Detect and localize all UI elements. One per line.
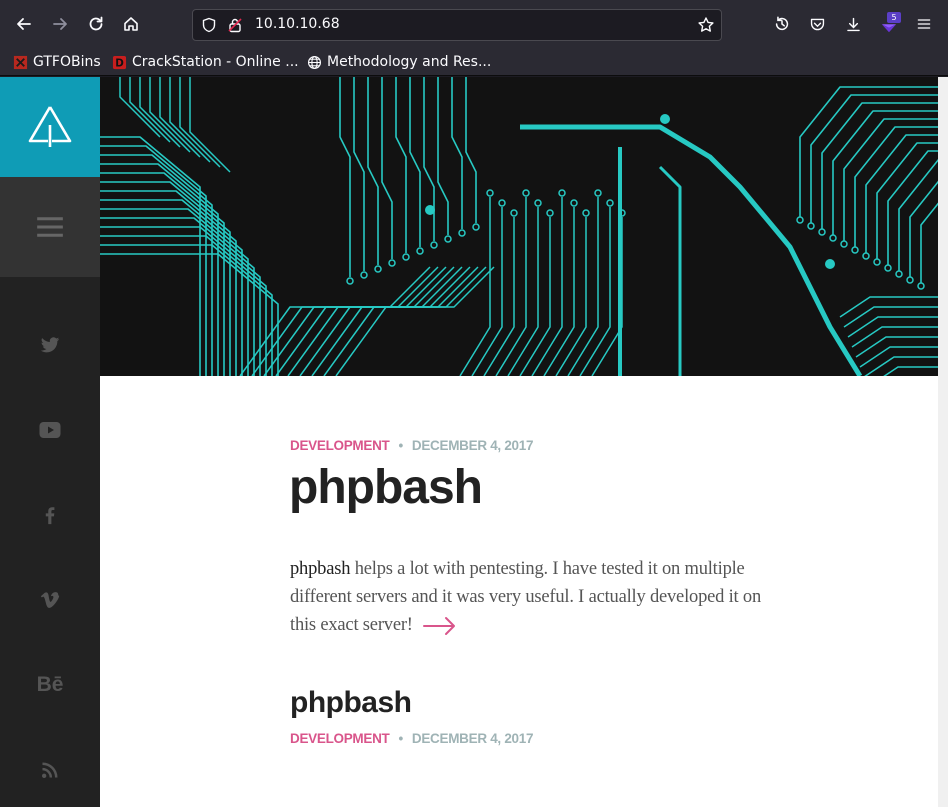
post-meta: DEVELOPMENT • DECEMBER 4, 2017 — [290, 438, 533, 453]
vimeo-link[interactable] — [30, 585, 70, 615]
forward-button[interactable] — [48, 12, 72, 36]
bookmark-label: GTFOBins — [33, 54, 101, 70]
twitter-icon — [40, 337, 60, 353]
downloads-button[interactable] — [843, 14, 863, 34]
url-bar[interactable]: 10.10.10.68 — [192, 9, 722, 41]
excerpt-text: helps a lot with pentesting. I have test… — [290, 559, 762, 635]
pocket-button[interactable] — [807, 14, 827, 34]
post-meta: DEVELOPMENT • DECEMBER 4, 2017 — [290, 731, 533, 746]
twitter-link[interactable] — [30, 330, 70, 360]
meta-separator: • — [398, 438, 403, 453]
rss-link[interactable] — [30, 755, 70, 785]
menu-toggle[interactable] — [0, 177, 100, 277]
insecure-lock-icon[interactable] — [227, 17, 243, 33]
site-sidebar: Bē — [0, 77, 100, 807]
extension-badge: 5 — [887, 12, 901, 23]
main-content: DEVELOPMENT • DECEMBER 4, 2017 phpbash php… — [100, 77, 938, 807]
gtfobins-icon — [12, 54, 28, 70]
bookmark-star-icon[interactable] — [697, 16, 715, 34]
excerpt-lead: phpbash — [290, 559, 351, 579]
site-logo[interactable] — [0, 77, 100, 177]
history-icon — [775, 16, 789, 31]
bookmark-gtfobins[interactable]: GTFOBins — [12, 52, 101, 72]
bookmark-methodology[interactable]: Methodology and Res... — [306, 52, 491, 72]
home-icon — [124, 17, 138, 31]
reload-button[interactable] — [84, 12, 108, 36]
back-arrow-icon — [17, 18, 31, 30]
vimeo-icon — [40, 592, 60, 608]
history-button[interactable] — [772, 14, 792, 34]
meta-separator: • — [398, 731, 403, 746]
post-category-link[interactable]: DEVELOPMENT — [290, 731, 390, 746]
post-title-link[interactable]: phpbash — [289, 460, 483, 515]
url-text[interactable]: 10.10.10.68 — [255, 16, 340, 32]
bookmark-label: Methodology and Res... — [327, 54, 492, 70]
crackstation-icon: D — [111, 54, 127, 70]
youtube-icon — [39, 422, 61, 438]
reload-icon — [89, 16, 103, 31]
circuit-board-illustration — [100, 77, 938, 376]
logo-icon — [28, 106, 72, 147]
youtube-link[interactable] — [30, 415, 70, 445]
read-more-arrow-icon[interactable] — [422, 616, 457, 636]
hamburger-menu-icon — [917, 19, 931, 29]
post-title-link[interactable]: phpbash — [290, 686, 412, 720]
app-menu-button[interactable] — [914, 14, 934, 34]
back-button[interactable] — [12, 12, 36, 36]
page-scrollbar-track[interactable] — [938, 77, 948, 807]
facebook-icon — [45, 507, 55, 525]
shield-icon[interactable] — [201, 17, 217, 33]
hero-circuit-image — [100, 77, 938, 376]
svg-text:D: D — [115, 57, 124, 69]
post-excerpt: phpbash helps a lot with pentesting. I h… — [290, 555, 770, 639]
post-category-link[interactable]: DEVELOPMENT — [290, 438, 390, 453]
browser-toolbar: 10.10.10.68 5 — [0, 0, 948, 48]
bookmarks-bar: GTFOBins D CrackStation - Online ... Met… — [0, 48, 948, 76]
forward-arrow-icon — [53, 18, 67, 30]
hamburger-menu-icon — [37, 217, 63, 237]
bookmark-label: CrackStation - Online ... — [132, 54, 299, 70]
home-button[interactable] — [119, 12, 143, 36]
bookmark-crackstation[interactable]: D CrackStation - Online ... — [111, 52, 299, 72]
post-date-link[interactable]: DECEMBER 4, 2017 — [412, 731, 534, 746]
rss-icon — [42, 762, 58, 778]
behance-icon[interactable]: Bē — [30, 670, 70, 700]
globe-icon — [306, 54, 322, 70]
download-icon — [846, 17, 860, 31]
facebook-link[interactable] — [30, 500, 70, 530]
post-date-link[interactable]: DECEMBER 4, 2017 — [412, 438, 534, 453]
pocket-icon — [810, 18, 824, 30]
